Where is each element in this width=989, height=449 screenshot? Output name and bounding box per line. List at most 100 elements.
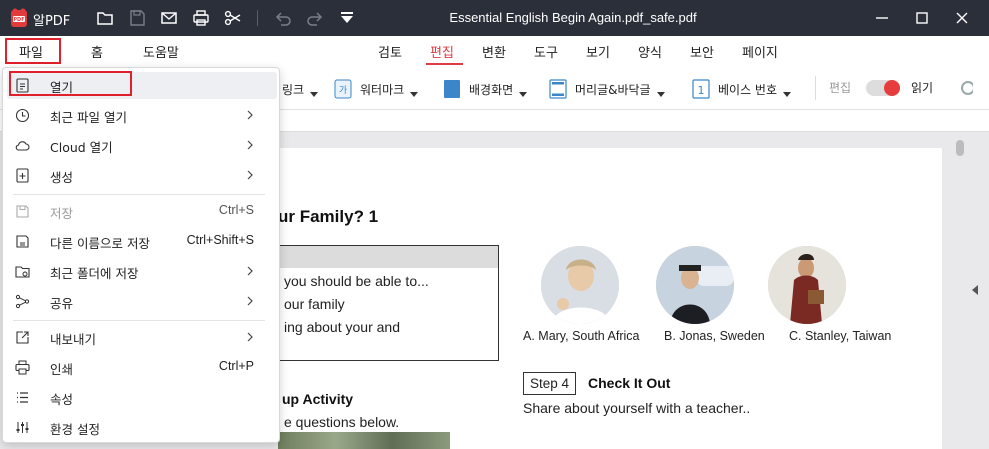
menu-item-share[interactable]: 공유 (7, 288, 277, 315)
caption-mary: A. Mary, South Africa (523, 329, 640, 343)
menu-item-label: 최근 파일 열기 (50, 110, 127, 125)
divider (815, 76, 816, 100)
doc-heading: ur Family? 1 (278, 207, 379, 226)
menu-home[interactable]: 홈 (91, 42, 103, 61)
app-logo-icon: PDF (11, 8, 27, 27)
bates-number-label: 베이스 번호 (718, 82, 778, 97)
box-line-2: our family (284, 296, 345, 312)
divider (257, 10, 258, 26)
read-mode-label: 읽기 (911, 81, 934, 95)
close-icon[interactable] (952, 8, 972, 28)
shortcut-label: Ctrl+S (218, 203, 254, 217)
redo-icon[interactable] (305, 8, 325, 28)
menu-item-label: 공유 (50, 296, 74, 311)
link-tool[interactable]: 링크 (282, 78, 319, 100)
background-label: 배경화면 (469, 82, 514, 97)
chevron-down-icon (519, 91, 528, 97)
caption-jonas: B. Jonas, Sweden (664, 329, 765, 343)
menu-item-label: 생성 (50, 170, 74, 185)
bates-number-icon: 1 (692, 79, 710, 99)
svg-text:PDF: PDF (13, 17, 24, 23)
chevron-right-icon (247, 266, 253, 276)
gear-icon[interactable] (955, 78, 973, 98)
print-icon[interactable] (191, 8, 211, 28)
menu-item-create[interactable]: 생성 (7, 162, 277, 189)
photo-stanley (768, 246, 846, 324)
menu-bar: 파일 홈 도움말 검토 편집 변환 도구 보기 양식 보안 페이지 (0, 36, 989, 66)
tab-edit[interactable]: 편집 (430, 42, 454, 61)
new-file-icon (16, 168, 29, 183)
watermark-icon: 가 (334, 79, 352, 99)
box-header (278, 246, 498, 268)
shortcut-label: Ctrl+P (218, 359, 254, 373)
tab-security[interactable]: 보안 (690, 42, 714, 61)
app-name: 알PDF (33, 14, 71, 29)
box-line-1: you should be able to... (284, 273, 429, 289)
background-tool[interactable]: 배경화면 (443, 78, 528, 100)
step-text: Share about yourself with a teacher.. (523, 400, 751, 416)
menu-item-label: 인쇄 (50, 362, 74, 377)
chevron-right-icon (247, 140, 253, 150)
watermark-label: 워터마크 (360, 82, 405, 97)
tab-convert[interactable]: 변환 (482, 42, 506, 61)
print-icon (15, 360, 30, 375)
settings-icon (16, 422, 29, 433)
menu-item-save[interactable]: 저장 Ctrl+S (7, 198, 277, 225)
caption-stanley: C. Stanley, Taiwan (789, 329, 892, 343)
mail-icon[interactable] (159, 8, 179, 28)
menu-item-recent-files[interactable]: 최근 파일 열기 (7, 102, 277, 129)
tab-page[interactable]: 페이지 (742, 42, 778, 61)
menu-item-save-recent-folder[interactable]: 최근 폴더에 저장 (7, 258, 277, 285)
menu-item-save-as[interactable]: 다른 이름으로 저장 Ctrl+Shift+S (7, 228, 277, 255)
file-menu: 열기 최근 파일 열기 Cloud 열기 생성 저장 Ctrl+S 다른 이름으… (2, 67, 280, 443)
maximize-icon[interactable] (912, 8, 932, 28)
scissors-icon[interactable] (223, 8, 243, 28)
header-footer-tool[interactable]: 머리글&바닥글 (549, 78, 665, 100)
chevron-down-icon (656, 91, 665, 97)
active-tab-indicator (426, 63, 463, 65)
tab-tools[interactable]: 도구 (534, 42, 558, 61)
document-title: Essential English Begin Again.pdf_safe.p… (449, 10, 697, 25)
menu-separator (13, 320, 265, 321)
chevron-right-icon (247, 170, 253, 180)
quick-access-dropdown-icon[interactable] (337, 8, 357, 28)
scrollbar-thumb[interactable] (956, 140, 964, 156)
svg-text:가: 가 (339, 85, 347, 96)
photo-mary (541, 246, 619, 324)
tab-form[interactable]: 양식 (638, 42, 662, 61)
side-panel-toggle-icon[interactable] (972, 285, 978, 295)
chevron-down-icon (410, 91, 419, 97)
undo-icon[interactable] (273, 8, 293, 28)
cloud-icon (15, 141, 30, 151)
save-icon[interactable] (127, 8, 147, 28)
chevron-down-icon (310, 91, 319, 97)
menu-item-export[interactable]: 내보내기 (7, 324, 277, 351)
photo-jonas (656, 246, 734, 324)
menu-item-preferences[interactable]: 환경 설정 (7, 414, 277, 441)
box-line-3: ing about your and (284, 319, 400, 335)
menu-item-print[interactable]: 인쇄 Ctrl+P (7, 354, 277, 381)
tab-view[interactable]: 보기 (586, 42, 610, 61)
edit-read-toggle[interactable] (866, 80, 900, 96)
menu-item-cloud-open[interactable]: Cloud 열기 (7, 132, 277, 159)
menu-item-properties[interactable]: 속성 (7, 384, 277, 411)
background-icon (444, 80, 460, 98)
edit-mode-label: 편집 (829, 81, 852, 95)
menu-item-label: Cloud 열기 (50, 140, 113, 155)
menu-item-label: 속성 (50, 392, 74, 407)
tab-review[interactable]: 검토 (378, 42, 402, 61)
activity-text: e questions below. (284, 414, 400, 430)
doc-image (278, 432, 450, 449)
menu-help[interactable]: 도움말 (143, 42, 179, 61)
step-title: Check It Out (588, 375, 671, 391)
watermark-tool[interactable]: 가 워터마크 (334, 78, 419, 100)
folder-save-icon (15, 266, 30, 278)
minimize-icon[interactable] (872, 8, 892, 28)
bates-number-tool[interactable]: 1 베이스 번호 (692, 78, 792, 100)
open-folder-icon[interactable] (95, 8, 115, 28)
file-menu-highlight (5, 38, 61, 64)
menu-item-label: 저장 (50, 206, 74, 221)
header-footer-icon (549, 79, 567, 99)
menu-item-label: 내보내기 (50, 332, 97, 347)
chevron-down-icon (783, 91, 792, 97)
